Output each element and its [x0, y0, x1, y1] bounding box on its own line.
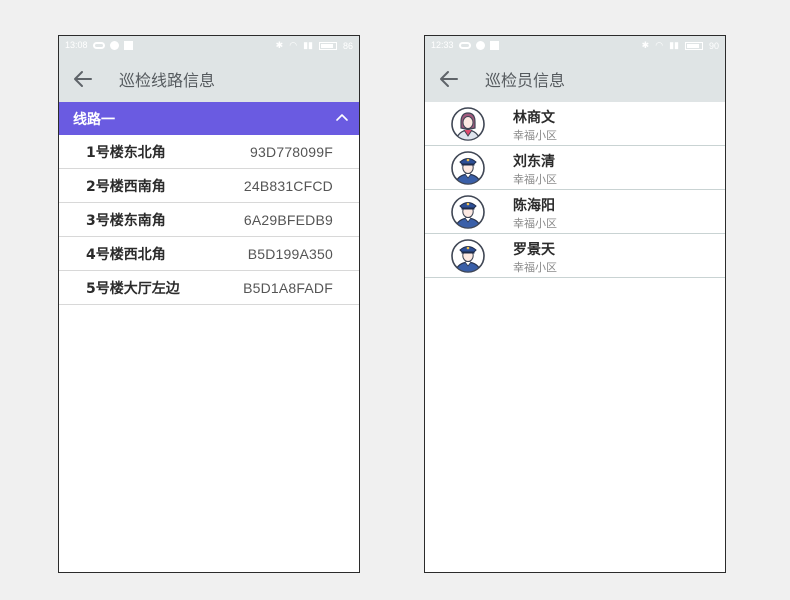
app-bar: 巡检员信息: [425, 56, 725, 102]
sync-icon: [475, 40, 485, 50]
route-code: B5D1A8FADF: [243, 279, 333, 296]
signal-icon: ▮▮: [303, 40, 313, 50]
app-bar: 巡检线路信息: [59, 56, 359, 102]
arrow-left-icon: [440, 71, 458, 87]
inspector-community: 幸福小区: [513, 129, 557, 142]
route-code: 6A29BFEDB9: [243, 211, 333, 228]
inspector-name: 罗景天: [513, 242, 555, 258]
inspector-row[interactable]: 林商文 幸福小区: [425, 102, 725, 146]
inspector-community: 幸福小区: [513, 173, 557, 186]
page-title: 巡检员信息: [485, 71, 566, 90]
inspector-name: 林商文: [513, 110, 555, 126]
police-officer-icon: [451, 195, 485, 229]
status-time: 13:08: [65, 40, 88, 50]
battery-icon: [318, 41, 337, 50]
police-officer-icon: [451, 239, 485, 273]
status-bar: 12:33 ✱ ◠ ▮▮ 90: [425, 36, 725, 56]
infinity-icon: [458, 41, 471, 49]
infinity-icon: [92, 41, 105, 49]
inspector-info-screen: 12:33 ✱ ◠ ▮▮ 90 巡检员信息 林商文 幸福小区 刘东清 幸福小区 …: [424, 35, 726, 573]
back-button[interactable]: [437, 67, 461, 91]
wifi-icon: ◠: [655, 40, 664, 50]
route-name: 5号楼大厅左边: [86, 280, 180, 297]
route-row[interactable]: 3号楼东南角 6A29BFEDB9: [59, 203, 359, 237]
inspector-row[interactable]: 陈海阳 幸福小区: [425, 190, 725, 234]
notification-icon: [489, 40, 499, 50]
status-bar: 13:08 ✱ ◠ ▮▮ 86: [59, 36, 359, 56]
route-row[interactable]: 5号楼大厅左边 B5D1A8FADF: [59, 271, 359, 305]
status-time: 12:33: [431, 40, 454, 50]
route-row[interactable]: 2号楼西南角 24B831CFCD: [59, 169, 359, 203]
route-name: 1号楼东北角: [86, 144, 166, 161]
chevron-up-icon: [336, 114, 348, 121]
route-row[interactable]: 1号楼东北角 93D778099F: [59, 135, 359, 169]
route-name: 2号楼西南角: [86, 178, 166, 195]
signal-icon: ▮▮: [669, 40, 679, 50]
battery-icon: [684, 41, 703, 50]
battery-level: 90: [708, 40, 719, 51]
bluetooth-icon: ✱: [641, 40, 650, 50]
battery-level: 86: [342, 40, 353, 51]
route-name: 3号楼东南角: [86, 212, 166, 229]
female-staff-icon: [451, 107, 485, 141]
notification-icon: [123, 40, 133, 50]
page-title: 巡检线路信息: [119, 71, 216, 90]
route-group-label: 线路一: [73, 111, 115, 128]
inspector-row[interactable]: 罗景天 幸福小区: [425, 234, 725, 278]
bluetooth-icon: ✱: [275, 40, 284, 50]
police-officer-icon: [451, 151, 485, 185]
wifi-icon: ◠: [289, 40, 298, 50]
route-name: 4号楼西北角: [86, 246, 166, 263]
route-info-screen: 13:08 ✱ ◠ ▮▮ 86 巡检线路信息 线路一 1号楼东北角 93D778…: [58, 35, 360, 573]
arrow-left-icon: [74, 71, 92, 87]
inspector-row[interactable]: 刘东清 幸福小区: [425, 146, 725, 190]
route-code: B5D199A350: [247, 245, 333, 262]
inspector-name: 陈海阳: [513, 198, 555, 214]
route-code: 93D778099F: [250, 143, 333, 160]
inspector-community: 幸福小区: [513, 261, 557, 274]
route-row[interactable]: 4号楼西北角 B5D199A350: [59, 237, 359, 271]
inspector-community: 幸福小区: [513, 217, 557, 230]
route-group-header[interactable]: 线路一: [59, 102, 359, 135]
inspector-name: 刘东清: [513, 154, 555, 170]
sync-icon: [109, 40, 119, 50]
back-button[interactable]: [71, 67, 95, 91]
route-code: 24B831CFCD: [243, 177, 333, 194]
